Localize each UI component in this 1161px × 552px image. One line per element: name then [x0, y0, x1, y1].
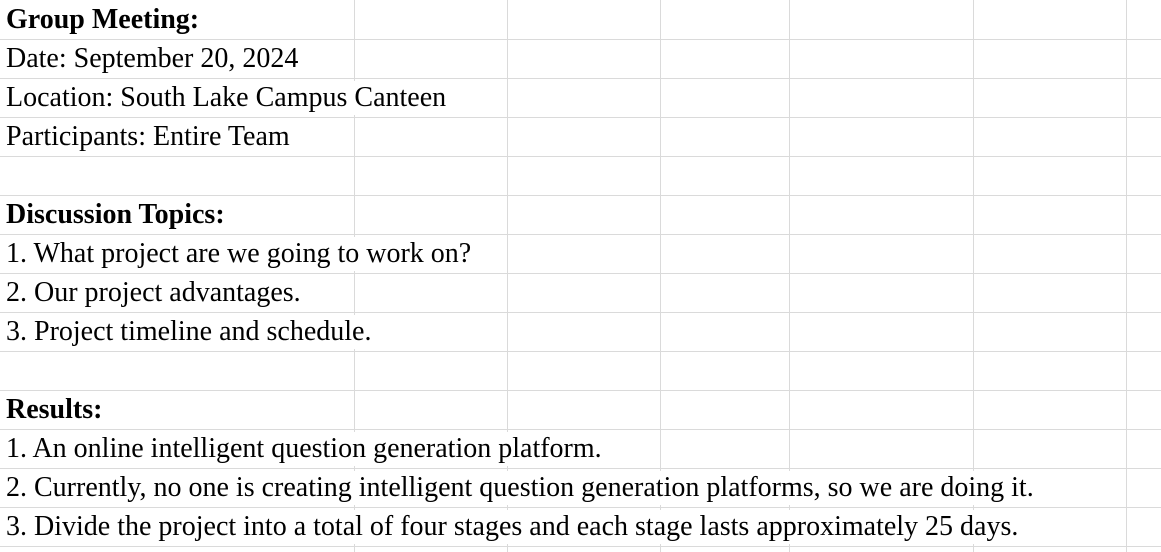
sheet-row[interactable]: 2. Currently, no one is creating intelli… [0, 469, 1161, 508]
sheet-row[interactable]: Discussion Topics: [0, 196, 1161, 235]
sheet-row[interactable]: Results: [0, 391, 1161, 430]
cell-topic-3[interactable]: 3. Project timeline and schedule. [6, 315, 374, 349]
cell-result-2[interactable]: 2. Currently, no one is creating intelli… [6, 471, 1036, 505]
spreadsheet-grid: Group Meeting: Date: September 20, 2024 … [0, 0, 1161, 552]
sheet-row[interactable]: Participants: Entire Team [0, 118, 1161, 157]
sheet-row[interactable]: 1. What project are we going to work on? [0, 235, 1161, 274]
cell-topic-1[interactable]: 1. What project are we going to work on? [6, 237, 474, 271]
cell-participants[interactable]: Participants: Entire Team [6, 120, 292, 154]
cell-date[interactable]: Date: September 20, 2024 [6, 42, 301, 76]
cell-result-1[interactable]: 1. An online intelligent question genera… [6, 432, 604, 466]
sheet-row[interactable]: Date: September 20, 2024 [0, 40, 1161, 79]
sheet-row[interactable]: 3. Divide the project into a total of fo… [0, 508, 1161, 547]
cell-discussion-heading[interactable]: Discussion Topics: [6, 198, 227, 232]
sheet-row[interactable]: 2. Our project advantages. [0, 274, 1161, 313]
sheet-row[interactable]: 3. Project timeline and schedule. [0, 313, 1161, 352]
sheet-row[interactable] [0, 157, 1161, 196]
cell-location[interactable]: Location: South Lake Campus Canteen [6, 81, 449, 115]
cell-topic-2[interactable]: 2. Our project advantages. [6, 276, 303, 310]
cell-results-heading[interactable]: Results: [6, 393, 105, 427]
sheet-row[interactable]: Location: South Lake Campus Canteen [0, 79, 1161, 118]
sheet-row[interactable] [0, 352, 1161, 391]
cell-result-3[interactable]: 3. Divide the project into a total of fo… [6, 510, 1021, 544]
cell-meeting-heading[interactable]: Group Meeting: [6, 3, 202, 37]
sheet-row[interactable]: Group Meeting: [0, 1, 1161, 40]
sheet-row[interactable]: 1. An online intelligent question genera… [0, 430, 1161, 469]
